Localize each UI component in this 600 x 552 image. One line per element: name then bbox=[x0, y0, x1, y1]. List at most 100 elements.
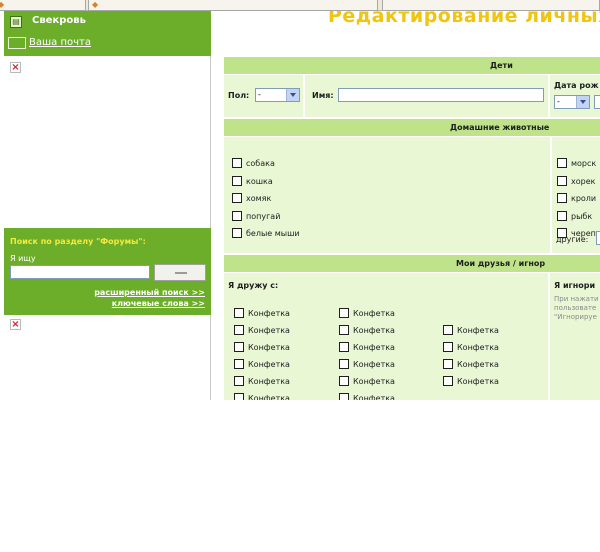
browser-tab-2[interactable]: ◆ bbox=[88, 0, 378, 11]
browser-tab-strip: ◆ ◆ bbox=[0, 0, 600, 11]
chevron-down-icon bbox=[286, 89, 299, 101]
pet-option-checkbox[interactable] bbox=[557, 175, 567, 186]
friend-label: Конфетка bbox=[353, 360, 395, 369]
pet-option-checkbox[interactable] bbox=[232, 193, 242, 203]
children-section-header: Дети bbox=[224, 56, 600, 74]
friend-checkbox[interactable] bbox=[443, 359, 453, 369]
friend-label: Конфетка bbox=[248, 309, 290, 318]
friend-label: Конфетка bbox=[353, 309, 395, 318]
divider bbox=[550, 137, 552, 253]
pet-option-label: морск bbox=[571, 159, 597, 168]
broken-image-icon: × bbox=[10, 62, 21, 73]
gender-select[interactable]: - bbox=[255, 88, 300, 102]
page-favicon-icon: ◆ bbox=[0, 0, 5, 9]
friend-checkbox[interactable] bbox=[339, 308, 349, 318]
birth-month-select[interactable] bbox=[594, 95, 600, 109]
ignore-note-line: При нажати bbox=[554, 295, 599, 303]
friends-label: Я дружу с: bbox=[228, 281, 279, 290]
user-box: ▤ Свекровь Ваша почта bbox=[4, 11, 211, 56]
pet-option-checkbox[interactable] bbox=[232, 228, 242, 238]
birth-day-value: - bbox=[557, 97, 560, 106]
friend-label: Конфетка bbox=[457, 326, 499, 335]
friend-label: Конфетка bbox=[248, 326, 290, 335]
name-label: Имя: bbox=[312, 91, 334, 100]
friend-label: Конфетка bbox=[248, 394, 290, 400]
page-favicon-icon: ◆ bbox=[92, 0, 99, 9]
ignore-note-line: пользовате bbox=[554, 304, 597, 312]
pet-option-checkbox[interactable] bbox=[232, 175, 242, 186]
pet-option-checkbox[interactable] bbox=[557, 210, 567, 221]
friend-label: Конфетка bbox=[353, 343, 395, 352]
forum-search-input[interactable] bbox=[10, 265, 150, 279]
friend-checkbox[interactable] bbox=[339, 342, 349, 352]
birth-day-select[interactable]: - bbox=[554, 95, 590, 109]
friend-checkbox[interactable] bbox=[443, 342, 453, 352]
page: ◆ ◆ ▤ Свекровь Ваша почта × Поиск по раз… bbox=[0, 0, 600, 552]
browser-tab-1[interactable]: ◆ bbox=[0, 0, 86, 11]
gender-select-value: - bbox=[258, 90, 261, 99]
pets-section-body: собака кошка хомяк попугай белые мыши морск х… bbox=[224, 137, 600, 253]
friend-checkbox[interactable] bbox=[234, 342, 244, 352]
pet-option-label: собака bbox=[246, 159, 275, 168]
pet-option-label: рыбк bbox=[571, 211, 593, 221]
pets-section-header: Домашние животные bbox=[224, 118, 600, 136]
children-section-title: Дети bbox=[490, 61, 513, 70]
forum-search-button[interactable] bbox=[154, 264, 206, 281]
friend-label: Конфетка bbox=[248, 360, 290, 369]
browser-tab-3[interactable] bbox=[382, 0, 600, 11]
advanced-search-link[interactable]: расширенный поиск >> bbox=[94, 288, 205, 297]
pets-section-title: Домашние животные bbox=[450, 123, 550, 132]
pet-option-label: кошка bbox=[246, 176, 273, 186]
user-profile-icon[interactable]: ▤ bbox=[10, 16, 22, 28]
friend-checkbox[interactable] bbox=[234, 359, 244, 369]
main-content: Редактирование личных Дети Пол: - Имя: Д… bbox=[224, 11, 600, 400]
chevron-down-icon bbox=[576, 96, 589, 108]
child-name-input[interactable] bbox=[338, 88, 544, 102]
friend-label: Конфетка bbox=[353, 394, 395, 400]
broken-image-icon: × bbox=[10, 319, 21, 330]
other-pets-label: другие: bbox=[556, 235, 589, 244]
friend-checkbox[interactable] bbox=[234, 325, 244, 335]
pet-option-label: хорек bbox=[571, 176, 596, 186]
mail-link[interactable]: Ваша почта bbox=[29, 37, 91, 48]
pet-option-checkbox[interactable] bbox=[232, 158, 242, 168]
user-name[interactable]: Свекровь bbox=[32, 15, 86, 26]
ignore-label: Я игнори bbox=[554, 281, 596, 290]
friend-checkbox[interactable] bbox=[443, 376, 453, 386]
friend-checkbox[interactable] bbox=[234, 376, 244, 386]
friend-checkbox[interactable] bbox=[234, 393, 244, 400]
forum-search-title: Поиск по разделу "Форумы": bbox=[10, 237, 146, 246]
left-sidebar: ▤ Свекровь Ваша почта × Поиск по разделу… bbox=[4, 11, 211, 400]
keywords-link[interactable]: ключевые слова >> bbox=[112, 299, 205, 308]
friend-label: Конфетка bbox=[248, 377, 290, 386]
birth-date-label: Дата рож bbox=[554, 81, 599, 90]
friends-section-body: Я дружу с: Конфетка Конфетка Конфетка Конфе… bbox=[224, 273, 600, 400]
friend-checkbox[interactable] bbox=[339, 393, 349, 400]
divider bbox=[303, 75, 305, 117]
friend-checkbox[interactable] bbox=[339, 325, 349, 335]
divider bbox=[548, 75, 550, 117]
friend-checkbox[interactable] bbox=[234, 308, 244, 318]
gender-label: Пол: bbox=[228, 91, 250, 100]
friend-label: Конфетка bbox=[353, 326, 395, 335]
friend-label: Конфетка bbox=[457, 377, 499, 386]
forum-search-box: Поиск по разделу "Форумы": Я ищу расшире… bbox=[4, 228, 211, 315]
ignore-note-line: "Игнорируе bbox=[554, 313, 597, 321]
children-section-body: Пол: - Имя: Дата рож - bbox=[224, 75, 600, 117]
friend-checkbox[interactable] bbox=[339, 359, 349, 369]
mail-icon[interactable] bbox=[8, 37, 26, 49]
pet-option-checkbox[interactable] bbox=[557, 193, 567, 203]
forum-search-label: Я ищу bbox=[10, 254, 36, 263]
divider bbox=[548, 273, 550, 400]
friend-label: Конфетка bbox=[457, 360, 499, 369]
pet-option-label: кроли bbox=[571, 194, 597, 203]
other-pets-input[interactable] bbox=[596, 231, 600, 245]
pet-option-checkbox[interactable] bbox=[557, 158, 567, 168]
friend-checkbox[interactable] bbox=[339, 376, 349, 386]
friends-section-title: Мои друзья / игнор bbox=[456, 259, 546, 268]
friend-checkbox[interactable] bbox=[443, 325, 453, 335]
friend-label: Конфетка bbox=[248, 343, 290, 352]
friend-label: Конфетка bbox=[457, 343, 499, 352]
pet-option-checkbox[interactable] bbox=[232, 210, 242, 221]
friend-label: Конфетка bbox=[353, 377, 395, 386]
